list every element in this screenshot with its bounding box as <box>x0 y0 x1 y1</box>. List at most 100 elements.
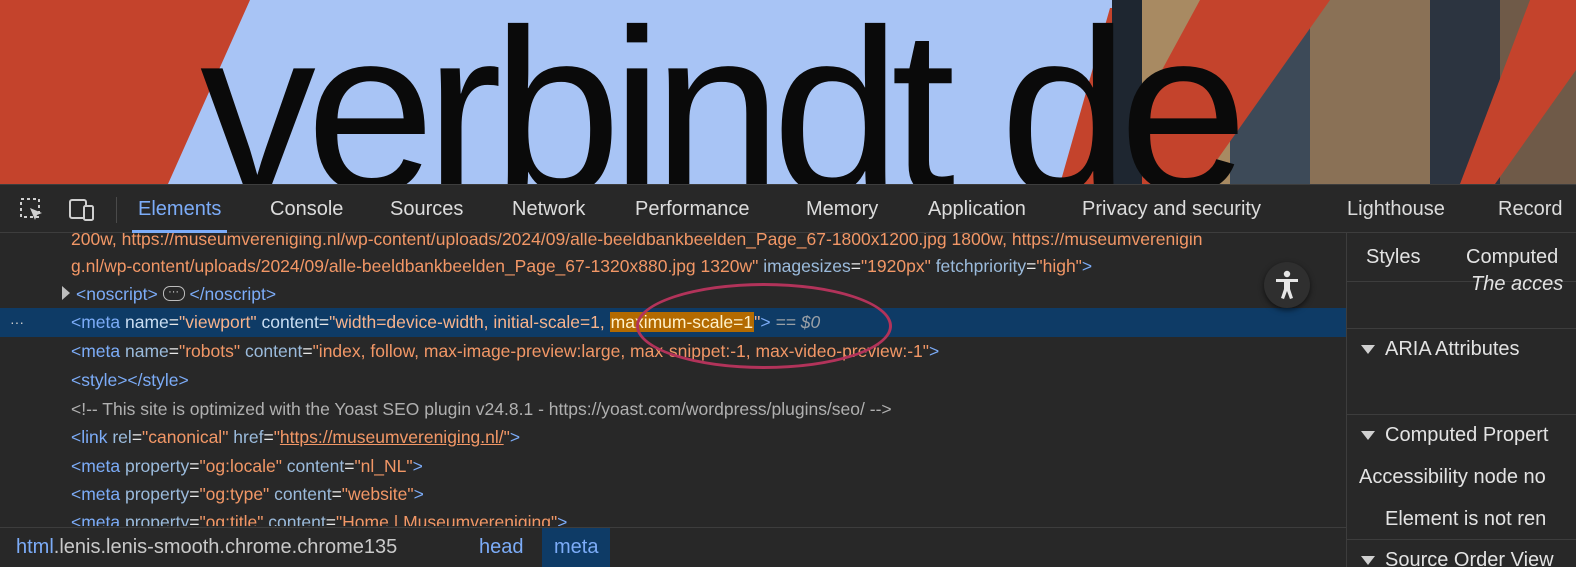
attr-name: content <box>286 456 345 476</box>
collapsed-content-ellipsis-icon[interactable]: ··· <box>162 285 185 301</box>
tab-privacy-and-security[interactable]: Privacy and security <box>1082 185 1261 233</box>
attr-name: content <box>261 312 319 332</box>
tag-end: > <box>412 456 423 476</box>
accessibility-person-icon <box>1276 270 1298 299</box>
attr-value: "og:title" <box>199 512 264 526</box>
more-options-icon[interactable]: ··· <box>10 308 24 337</box>
breadcrumb-html[interactable]: html.lenis.lenis-smooth.chrome.chrome135 <box>16 528 397 567</box>
collapse-triangle-icon <box>1361 556 1375 566</box>
breadcrumb-tag: meta <box>554 536 599 558</box>
tag-end: > <box>509 427 521 447</box>
tag-end: > <box>557 512 568 526</box>
tab-lighthouse[interactable]: Lighthouse <box>1347 185 1445 233</box>
breadcrumb-classes: .lenis.lenis-smooth.chrome.chrome135 <box>53 536 398 558</box>
collapse-triangle-icon <box>1361 431 1375 441</box>
section-title: Computed Propert <box>1385 424 1549 446</box>
srcset-value-text: g.nl/wp-content/uploads/2024/09/alle-bee… <box>71 256 759 276</box>
attr-value: "og:type" <box>199 484 270 504</box>
accessibility-side-pane: Styles Computed The acces ARIA Attribute… <box>1346 233 1576 567</box>
tag-open: <meta <box>71 456 121 476</box>
attr-name: content <box>274 484 332 504</box>
tab-performance[interactable]: Performance <box>635 185 750 233</box>
attr-value: "robots" <box>179 341 241 361</box>
toolbar-divider <box>116 197 117 223</box>
device-toolbar-icon[interactable] <box>66 196 94 224</box>
attr-value: "Home | Museumvereniging" <box>335 512 558 526</box>
attr-value: "width=device-width, initial-scale=1, <box>329 312 610 332</box>
attr-value: "1920px" <box>860 256 931 276</box>
tag-open: <meta <box>71 312 121 332</box>
tag-open: <meta <box>71 484 121 504</box>
tab-sources[interactable]: Sources <box>390 185 463 233</box>
breadcrumb-tag: head <box>479 536 524 558</box>
dom-breadcrumb: html.lenis.lenis-smooth.chrome.chrome135… <box>0 527 1346 567</box>
dom-line-meta-viewport-selected[interactable]: ··· <meta name="viewport" content="width… <box>0 308 1346 337</box>
section-aria-attributes[interactable]: ARIA Attributes <box>1347 328 1576 368</box>
expand-triangle-icon[interactable] <box>62 286 70 301</box>
tag-close: </noscript> <box>189 284 277 304</box>
attr-name: imagesizes <box>763 256 851 276</box>
accessibility-node-status: Accessibility node no <box>1359 466 1546 488</box>
attr-name: href <box>233 427 264 447</box>
breadcrumb-head[interactable]: head <box>479 528 524 567</box>
dom-line-meta-robots[interactable]: <meta name="robots" content="index, foll… <box>0 337 1346 366</box>
attr-value: "index, follow, max-image-preview:large,… <box>312 341 929 361</box>
tab-elements[interactable]: Elements <box>131 185 228 233</box>
truncated-description: The acces <box>1471 273 1564 295</box>
tab-network[interactable]: Network <box>512 185 585 233</box>
dom-line-link-canonical[interactable]: <link rel="canonical" href="https://muse… <box>0 423 1346 452</box>
attr-name: fetchpriority <box>935 256 1027 276</box>
attr-value: "nl_NL" <box>354 456 413 476</box>
canonical-url-link[interactable]: https://museumvereniging.nl/ <box>280 427 504 447</box>
dom-line-og-type[interactable]: <meta property="og:type" content="websit… <box>0 480 1346 509</box>
tag-end: > <box>413 484 424 504</box>
style-tag: <style></style> <box>71 370 189 390</box>
dom-line-style[interactable]: <style></style> <box>0 366 1346 395</box>
attr-name: property <box>125 512 190 526</box>
attr-value: "viewport" <box>179 312 257 332</box>
tag-open: <noscript> <box>76 284 158 304</box>
tag-end: > <box>760 312 771 332</box>
hero-headline: verbindt de <box>200 0 1248 184</box>
section-title: ARIA Attributes <box>1385 338 1520 360</box>
inspect-element-icon[interactable] <box>18 196 46 224</box>
breadcrumb-tag: html <box>16 536 54 558</box>
dom-line-srcset-end[interactable]: g.nl/wp-content/uploads/2024/09/alle-bee… <box>0 252 1346 281</box>
elements-dom-tree: 200w, https://museumvereniging.nl/wp-con… <box>0 233 1346 526</box>
attr-value: "canonical" <box>142 427 229 447</box>
accessibility-tree-toggle-button[interactable] <box>1264 262 1310 308</box>
attr-value: "og:locale" <box>199 456 282 476</box>
tab-memory[interactable]: Memory <box>806 185 878 233</box>
section-computed-properties[interactable]: Computed Propert <box>1347 414 1576 454</box>
dom-line-og-locale[interactable]: <meta property="og:locale" content="nl_N… <box>0 452 1346 481</box>
section-title: Source Order View <box>1385 549 1554 567</box>
devtools-toolbar: Elements Console Sources Network Perform… <box>0 184 1576 233</box>
console-reference-label: == $0 <box>775 312 821 332</box>
collapse-triangle-icon <box>1361 345 1375 355</box>
dom-line-srcset-continued[interactable]: 200w, https://museumvereniging.nl/wp-con… <box>0 233 1346 254</box>
dom-line-comment[interactable]: <!-- This site is optimized with the Yoa… <box>0 395 1346 424</box>
section-source-order-viewer[interactable]: Source Order View <box>1347 539 1576 567</box>
dom-line-noscript[interactable]: <noscript> ··· </noscript> <box>0 280 1346 309</box>
srcset-value-text: 200w, https://museumvereniging.nl/wp-con… <box>71 233 1203 249</box>
attr-name: rel <box>112 427 132 447</box>
attr-name: property <box>125 484 190 504</box>
attr-value: "website" <box>341 484 414 504</box>
attr-name: name <box>125 312 169 332</box>
search-highlight-maximum-scale: maximum-scale=1 <box>609 312 755 332</box>
tag-open: <link <box>71 427 108 447</box>
breadcrumb-meta[interactable]: meta <box>542 528 611 567</box>
tab-styles[interactable]: Styles <box>1366 233 1420 282</box>
tab-console[interactable]: Console <box>270 185 343 233</box>
attr-name: property <box>125 456 190 476</box>
tab-recorder[interactable]: Record <box>1498 185 1562 233</box>
tag-end: > <box>929 341 940 361</box>
tab-application[interactable]: Application <box>928 185 1026 233</box>
element-render-status: Element is not ren <box>1385 508 1547 530</box>
dom-line-og-title[interactable]: <meta property="og:title" content="Home … <box>0 508 1346 526</box>
website-hero-banner: verbindt de <box>0 0 1576 184</box>
attr-name: name <box>125 341 169 361</box>
attr-value: "high" <box>1036 256 1082 276</box>
tag-open: <meta <box>71 512 121 526</box>
attr-name: content <box>268 512 326 526</box>
